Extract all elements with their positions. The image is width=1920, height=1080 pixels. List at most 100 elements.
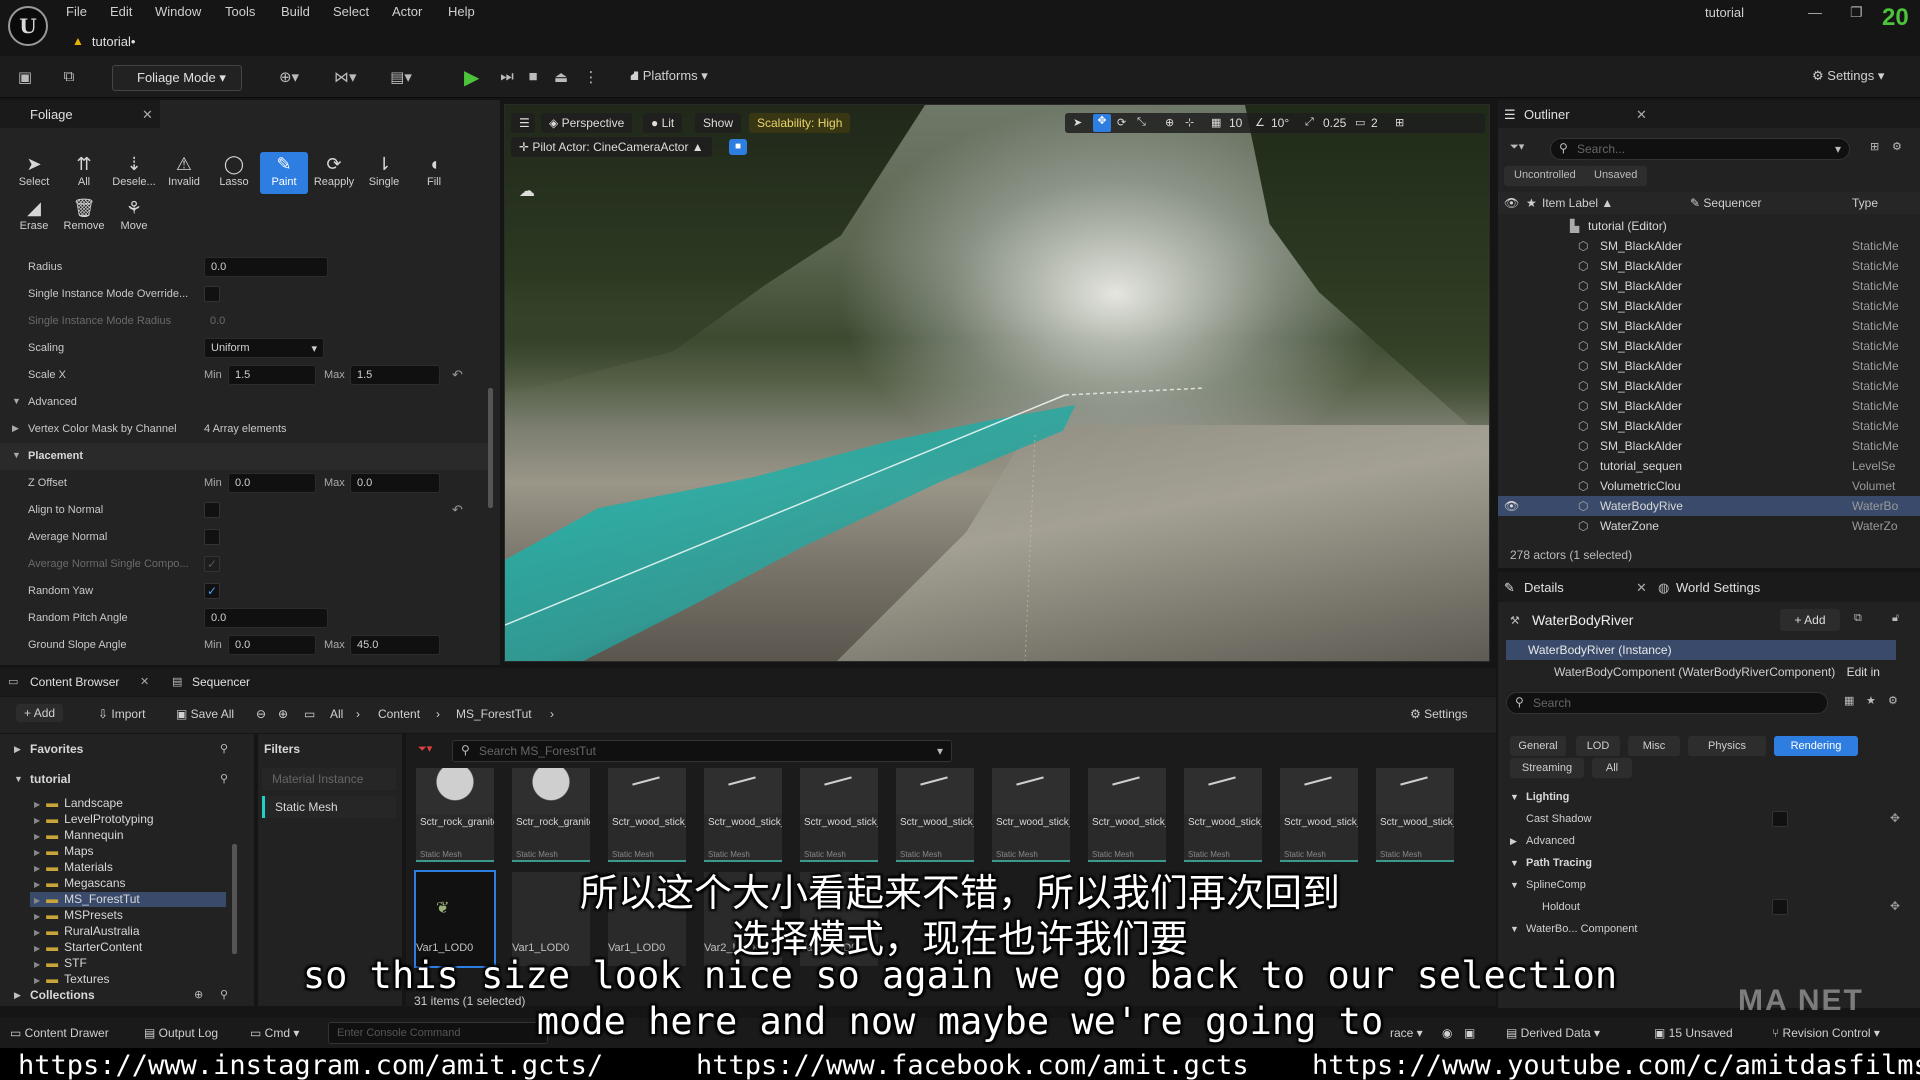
outliner-row[interactable]: ⬡ SM_BlackAlder StaticMe <box>1498 396 1920 416</box>
asset-tile[interactable]: Sctr_wood_stick_M_pdye3 Static Mesh <box>1280 768 1358 862</box>
zoffset-min-field[interactable]: 0.0 <box>228 473 316 493</box>
camera-speed-icon[interactable]: ▭ <box>1355 116 1365 129</box>
outliner-search-input[interactable]: ⚲ Search... ▾ <box>1550 138 1850 160</box>
step-icon[interactable]: ⏭ <box>496 68 518 86</box>
outliner-row[interactable]: 👁 ⬡ WaterBodyRive WaterBo <box>1498 496 1920 516</box>
align-normal-checkbox[interactable] <box>204 502 220 518</box>
show-button[interactable]: Show <box>695 113 742 133</box>
asset-search-input[interactable]: ⚲ Search MS_ForestTut ▾ <box>452 740 952 762</box>
folder-item[interactable]: ▶ ▬ Landscape <box>30 796 226 811</box>
tool-all[interactable]: ⇈ All <box>60 152 108 194</box>
search-icon[interactable]: ⚲ <box>220 772 228 785</box>
foliage-tab[interactable]: Foliage ✕ <box>0 100 160 128</box>
tool-lasso[interactable]: ◯ Lasso <box>210 152 258 194</box>
outliner-row[interactable]: ⬡ SM_BlackAlder StaticMe <box>1498 256 1920 276</box>
folder-item[interactable]: ▶ ▬ Maps <box>30 844 226 859</box>
details-category-physics[interactable]: Physics <box>1688 736 1766 756</box>
col-item-label[interactable]: Item Label ▲ <box>1542 196 1613 210</box>
grid-snap-value[interactable]: 10 <box>1229 116 1242 130</box>
lit-button[interactable]: ● Lit <box>643 113 683 133</box>
tool-paint[interactable]: ✎ Paint <box>260 152 308 194</box>
crumb-all[interactable]: All <box>330 707 343 721</box>
component-row[interactable]: WaterBodyComponent (WaterBodyRiverCompon… <box>1506 662 1916 682</box>
add-folder-icon[interactable]: ⊞ <box>1870 140 1879 153</box>
outliner-tab[interactable]: ☰ Outliner ✕ <box>1498 100 1920 128</box>
chevron-down-icon[interactable]: ▾ <box>937 744 943 758</box>
move-tool-icon[interactable]: ✥ <box>1093 114 1111 132</box>
component-instance[interactable]: WaterBodyRiver (Instance) <box>1506 640 1896 660</box>
details-category-general[interactable]: General <box>1510 736 1566 756</box>
pin-icon[interactable]: ✥ <box>1890 811 1900 825</box>
col-sequencer[interactable]: ✎ Sequencer <box>1690 196 1761 210</box>
filter-icon[interactable]: ⏷▾ <box>418 742 432 756</box>
scalex-min-field[interactable]: 1.5 <box>228 365 316 385</box>
placement-section[interactable]: ▼ Placement <box>0 443 488 470</box>
unreal-logo-icon[interactable]: U <box>8 6 48 46</box>
details-category-streaming[interactable]: Streaming <box>1510 758 1584 778</box>
import-button[interactable]: ⇩ Import <box>98 707 145 721</box>
cast-shadow-checkbox[interactable] <box>1772 811 1788 827</box>
scale-snap-value[interactable]: 0.25 <box>1323 116 1346 130</box>
asset-tile[interactable]: Sctr_wood_stick_M_pdye3 Static Mesh <box>1376 768 1454 862</box>
add-actor-icon[interactable]: ⊕▾ <box>278 68 300 86</box>
tool-move[interactable]: ⚘ Move <box>110 196 158 238</box>
outliner-row[interactable]: ⬡ SM_BlackAlder StaticMe <box>1498 316 1920 336</box>
blueprint-icon[interactable]: ⧉ <box>1854 612 1862 625</box>
level-viewport[interactable]: ☁ ☰ ◈ Perspective ● Lit Show Scalability… <box>504 104 1490 662</box>
eye-icon[interactable]: 👁 <box>1504 196 1519 210</box>
menu-tools[interactable]: Tools <box>225 4 255 19</box>
random-pitch-field[interactable]: 0.0 <box>204 608 328 628</box>
details-category-lod[interactable]: LOD <box>1576 736 1620 756</box>
eye-icon[interactable]: 👁 <box>1504 499 1519 513</box>
details-search-input[interactable]: ⚲ Search <box>1506 692 1828 714</box>
add-button[interactable]: + Add <box>16 704 64 722</box>
menu-select[interactable]: Select <box>333 4 369 19</box>
tab-content-browser[interactable]: Content Browser <box>30 675 119 689</box>
platforms-button[interactable]: ⛘ Platforms ▾ <box>630 68 708 86</box>
forward-icon[interactable]: ⊕ <box>278 707 288 721</box>
menu-window[interactable]: Window <box>155 4 201 19</box>
outliner-row[interactable]: ⬡ SM_BlackAlder StaticMe <box>1498 236 1920 256</box>
advanced-lighting-row[interactable]: ▶ Advanced <box>1506 830 1910 852</box>
grid-snap-icon[interactable]: ▦ <box>1211 116 1221 129</box>
eject-icon[interactable]: ⏏ <box>550 68 572 86</box>
close-icon[interactable]: ✕ <box>140 675 149 688</box>
asset-tile[interactable]: Sctr_wood_stick_M_pdye3 Static Mesh <box>1088 768 1166 862</box>
caret-right-icon[interactable]: ▶ <box>12 423 19 434</box>
caret-down-icon[interactable]: ▼ <box>14 774 23 784</box>
asset-tile[interactable]: Sctr_rock_granite_T_ Static Mesh <box>416 768 494 862</box>
filter-uncontrolled[interactable]: Uncontrolled <box>1504 166 1586 186</box>
close-icon[interactable]: ✕ <box>1636 107 1647 123</box>
instagram-link[interactable]: https://www.instagram.com/amit.gcts/ <box>18 1050 603 1080</box>
filter-unsaved[interactable]: Unsaved <box>1584 166 1648 186</box>
level-tab[interactable]: ▲ tutorial• <box>72 30 222 52</box>
col-type[interactable]: Type <box>1852 196 1878 210</box>
layout-icon[interactable]: ⊞ <box>1395 116 1404 129</box>
filter-material-instance[interactable]: Material Instance <box>262 768 396 790</box>
folder-icon[interactable]: ▭ <box>304 707 315 721</box>
asset-tile[interactable]: Sctr_wood_stick_M_pdye3 Static Mesh <box>896 768 974 862</box>
outliner-row[interactable]: ⬡ SM_BlackAlder StaticMe <box>1498 336 1920 356</box>
caret-right-icon[interactable]: ▶ <box>34 816 40 825</box>
reset-icon[interactable]: ↶ <box>452 367 463 383</box>
outliner-row[interactable]: ⬡ tutorial_sequen LevelSe <box>1498 456 1920 476</box>
scrollbar[interactable] <box>488 388 493 508</box>
viewport-menu-icon[interactable]: ☰ <box>511 113 535 133</box>
star-icon[interactable]: ★ <box>1866 694 1876 707</box>
tab-sequencer[interactable]: Sequencer <box>192 675 250 689</box>
outliner-row[interactable]: ⬡ SM_BlackAlder StaticMe <box>1498 436 1920 456</box>
crumb-content[interactable]: Content <box>378 707 420 721</box>
random-yaw-checkbox[interactable]: ✓ <box>204 583 220 599</box>
caret-right-icon[interactable]: ▶ <box>34 832 40 841</box>
tool-deselect[interactable]: ⇣ Desele... <box>110 152 158 194</box>
asset-tile[interactable]: Sctr_wood_stick_M_pdye3 Static Mesh <box>608 768 686 862</box>
zoffset-max-field[interactable]: 0.0 <box>350 473 440 493</box>
play-icon[interactable]: ▶ <box>464 65 479 90</box>
outliner-root[interactable]: ▙ tutorial (Editor) <box>1498 216 1920 236</box>
asset-tile[interactable]: Sctr_rock_granite_T_ Static Mesh <box>512 768 590 862</box>
tool-fill[interactable]: ◖ Fill <box>410 152 458 194</box>
details-category-all[interactable]: All <box>1592 758 1632 778</box>
facebook-link[interactable]: https://www.facebook.com/amit.gcts <box>696 1050 1249 1080</box>
outliner-row[interactable]: ⬡ WaterZone WaterZo <box>1498 516 1920 536</box>
asset-tile[interactable]: Sctr_wood_stick_M_pdye3 Static Mesh <box>1184 768 1262 862</box>
